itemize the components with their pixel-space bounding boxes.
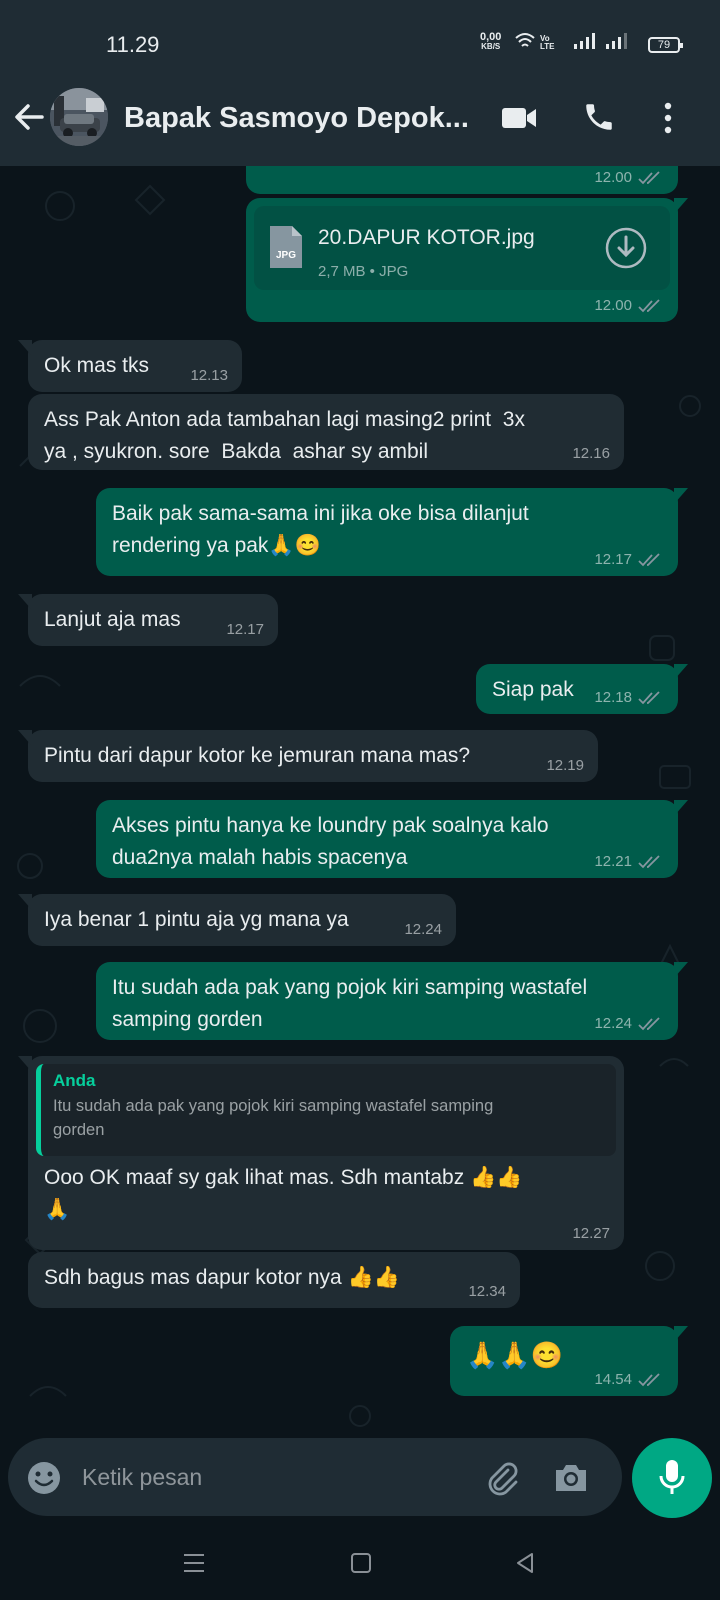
message-text: Sdh bagus mas dapur kotor nya 👍👍 — [44, 1266, 400, 1289]
file-card[interactable]: JPG 20.DAPUR KOTOR.jpg 2,7 MB • JPG — [254, 206, 670, 290]
message-meta: 12.17 — [594, 552, 664, 568]
arrow-left-icon[interactable] — [12, 100, 46, 134]
network-speed-unit: KB/S — [481, 42, 501, 51]
message-meta: 12.24 — [404, 922, 442, 938]
message-time: 12.27 — [572, 1225, 610, 1242]
message-text: 🙏🙏😊 — [466, 1340, 564, 1370]
message-text: Akses pintu hanya ke loundry pak soalnya… — [112, 814, 549, 869]
microphone-button[interactable] — [632, 1438, 712, 1518]
recent-apps-icon[interactable] — [182, 1552, 206, 1574]
message-bubble[interactable]: Akses pintu hanya ke loundry pak soalnya… — [96, 800, 688, 878]
battery-level: 79 — [657, 39, 671, 51]
file-type-label: JPG — [276, 250, 296, 261]
more-vertical-icon[interactable] — [660, 102, 676, 134]
network-speed: 0,00 KB/S — [480, 32, 501, 52]
message-input-bar: Ketik pesan — [0, 1434, 720, 1530]
chat-area[interactable]: 12.00 JPG 20.DAPUR KOTOR.jpg 2,7 MB • JP… — [0, 166, 720, 1434]
message-bubble[interactable]: Lanjut aja mas 12.17 — [18, 594, 278, 646]
message-meta: 12.17 — [226, 622, 264, 638]
file-meta: 2,7 MB • JPG — [318, 263, 409, 280]
status-time: 11.29 — [106, 32, 160, 57]
message-time: 12.00 — [594, 169, 632, 186]
message-meta: 12.21 — [594, 854, 664, 870]
signal-icon — [574, 33, 595, 49]
jpg-file-icon: JPG — [270, 226, 302, 268]
wifi-icon — [515, 33, 535, 47]
network-speed-value: 0,00 — [480, 31, 502, 43]
double-check-icon — [638, 855, 660, 869]
message-meta: 12.24 — [594, 1016, 664, 1032]
message-bubble[interactable]: Baik pak sama-sama ini jika oke bisa dil… — [96, 488, 688, 576]
volte-label: Vo LTE — [540, 34, 555, 51]
message-time: 12.18 — [594, 689, 632, 706]
status-bar: 11.29 0,00 KB/S Vo LTE 79 — [0, 0, 720, 80]
reply-message[interactable]: Anda Itu sudah ada pak yang pojok kiri s… — [18, 1056, 624, 1250]
contact-name[interactable]: Bapak Sasmoyo Depok... — [124, 102, 484, 135]
avatar-photo — [50, 88, 108, 146]
message-time: 12.17 — [594, 551, 632, 568]
message-time: 12.16 — [572, 445, 610, 462]
message-text: Itu sudah ada pak yang pojok kiri sampin… — [112, 976, 588, 1031]
signal-2-icon — [606, 33, 627, 49]
message-meta: 14.54 — [594, 1372, 664, 1388]
message-text: Iya benar 1 pintu aja yg mana ya — [44, 908, 349, 931]
message-bubble[interactable]: Sdh bagus mas dapur kotor nya 👍👍 12.34 — [28, 1252, 520, 1308]
message-meta: 12.00 — [594, 170, 664, 186]
file-name: 20.DAPUR KOTOR.jpg — [318, 226, 535, 249]
message-bubble[interactable]: Itu sudah ada pak yang pojok kiri sampin… — [96, 962, 688, 1040]
message-text: Ass Pak Anton ada tambahan lagi masing2 … — [44, 408, 525, 463]
file-message[interactable]: JPG 20.DAPUR KOTOR.jpg 2,7 MB • JPG 12.0… — [246, 198, 688, 322]
message-text: Pintu dari dapur kotor ke jemuran mana m… — [44, 744, 471, 767]
microphone-icon — [659, 1460, 685, 1494]
message-meta: 12.16 — [572, 446, 610, 462]
double-check-icon — [638, 299, 660, 313]
message-meta: 12.19 — [546, 758, 584, 774]
message-bubble[interactable]: Siap pak 12.18 — [476, 664, 688, 714]
battery-icon: 79 — [648, 37, 683, 53]
message-time: 12.34 — [468, 1283, 506, 1300]
chat-header: Bapak Sasmoyo Depok... — [0, 80, 720, 166]
message-time: 12.19 — [546, 757, 584, 774]
download-icon[interactable] — [604, 226, 648, 270]
message-time: 12.24 — [594, 1015, 632, 1032]
message-placeholder: Ketik pesan — [82, 1464, 203, 1490]
message-meta: 12.00 — [594, 298, 664, 314]
message-bubble[interactable]: Ass Pak Anton ada tambahan lagi masing2 … — [28, 394, 624, 470]
double-check-icon — [638, 691, 660, 705]
double-check-icon — [638, 1373, 660, 1387]
message-bubble[interactable]: Pintu dari dapur kotor ke jemuran mana m… — [18, 730, 598, 782]
message-bubble[interactable]: Ok mas tks 12.13 — [18, 340, 242, 392]
message-meta: 12.18 — [594, 690, 664, 706]
emoji-icon[interactable] — [26, 1460, 62, 1496]
message-time: 12.24 — [404, 921, 442, 938]
quoted-message[interactable]: Anda Itu sudah ada pak yang pojok kiri s… — [36, 1064, 616, 1156]
message-meta: 12.13 — [190, 368, 228, 384]
message-time: 12.13 — [190, 367, 228, 384]
message-time: 12.21 — [594, 853, 632, 870]
message-input[interactable]: Ketik pesan — [8, 1438, 622, 1516]
system-nav-bar — [0, 1530, 720, 1600]
message-time: 12.00 — [594, 297, 632, 314]
double-check-icon — [638, 1017, 660, 1031]
video-call-icon[interactable] — [500, 104, 538, 132]
message-text: Baik pak sama-sama ini jika oke bisa dil… — [112, 502, 529, 557]
double-check-icon — [638, 553, 660, 567]
message-bubble[interactable]: 12.00 — [246, 166, 678, 194]
quoted-author: Anda — [53, 1071, 96, 1090]
avatar[interactable] — [50, 88, 108, 146]
phone-icon[interactable] — [582, 100, 616, 134]
message-time: 12.17 — [226, 621, 264, 638]
message-text: Ooo OK maaf sy gak lihat mas. Sdh mantab… — [44, 1166, 523, 1221]
camera-icon[interactable] — [552, 1460, 590, 1496]
message-time: 14.54 — [594, 1371, 632, 1388]
double-check-icon — [638, 171, 660, 185]
message-meta: 12.27 — [572, 1226, 610, 1242]
message-meta: 12.34 — [468, 1284, 506, 1300]
message-bubble[interactable]: Iya benar 1 pintu aja yg mana ya 12.24 — [18, 894, 456, 946]
message-bubble[interactable]: 🙏🙏😊 14.54 — [450, 1326, 688, 1396]
quoted-text: Itu sudah ada pak yang pojok kiri sampin… — [53, 1097, 494, 1139]
home-icon[interactable] — [350, 1552, 372, 1574]
paperclip-icon[interactable] — [484, 1460, 520, 1496]
back-triangle-icon[interactable] — [514, 1552, 536, 1574]
